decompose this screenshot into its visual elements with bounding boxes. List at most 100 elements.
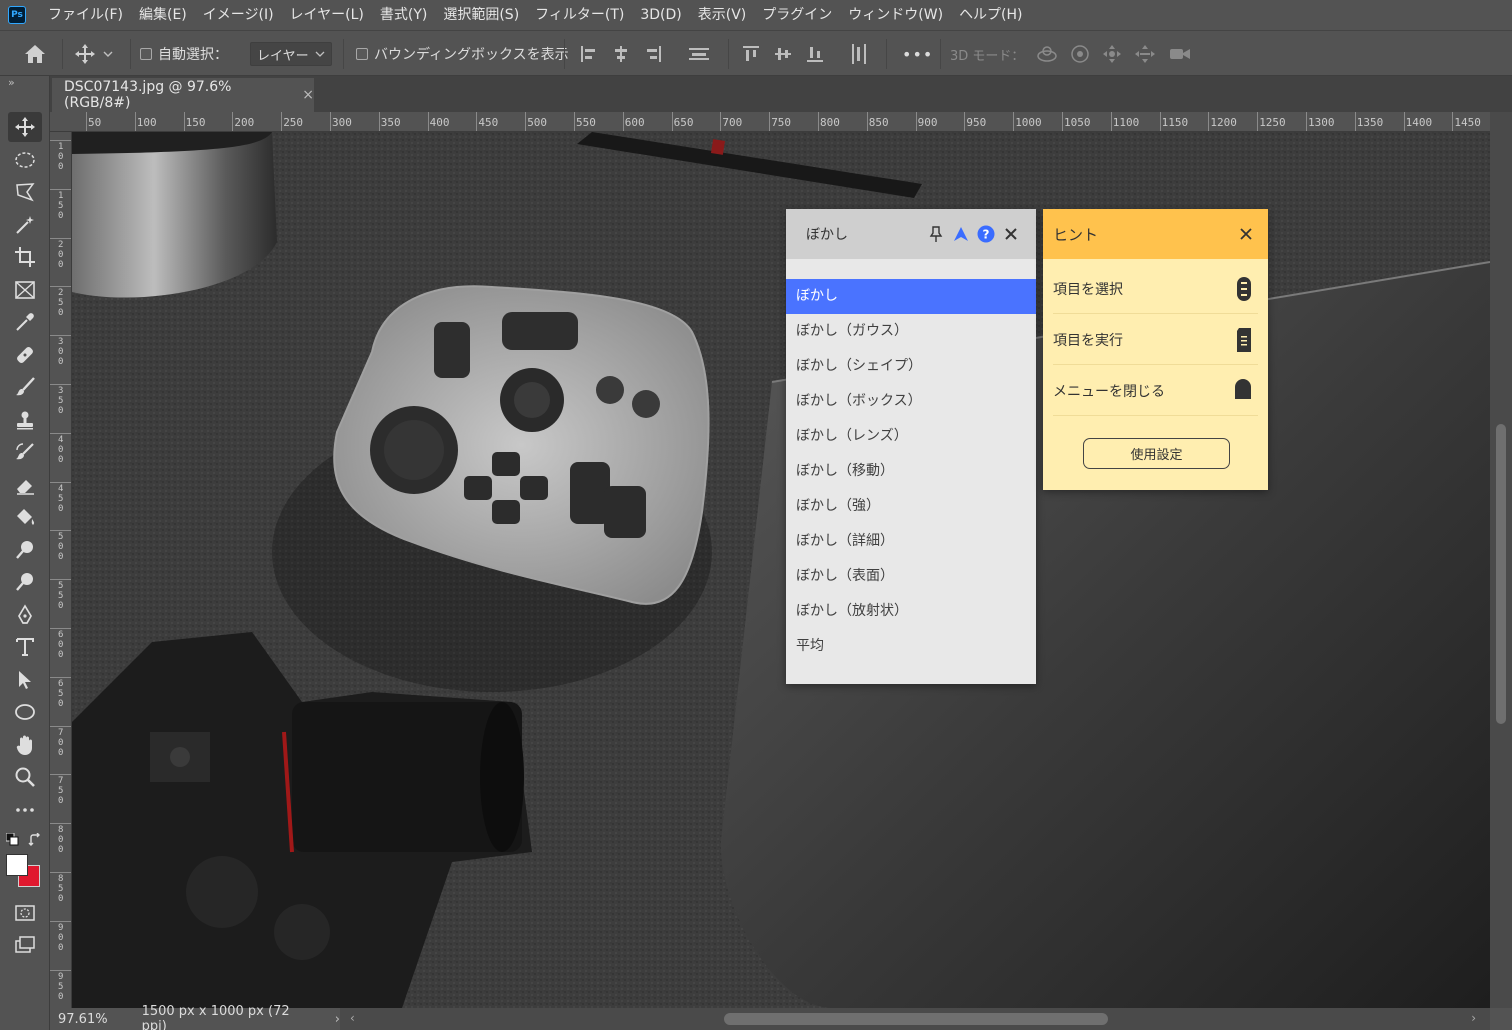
blur-item-gaussian[interactable]: ぼかし（ガウス）	[786, 314, 1036, 349]
blur-item-smart[interactable]: ぼかし（詳細）	[786, 524, 1036, 559]
3d-roll-icon[interactable]	[1070, 44, 1090, 64]
pin-icon[interactable]	[926, 224, 946, 244]
menu-view[interactable]: 表示(V)	[690, 0, 755, 30]
menu-edit[interactable]: 編集(E)	[131, 0, 195, 30]
healing-brush-tool[interactable]	[8, 340, 42, 370]
align-right-icon[interactable]	[644, 45, 662, 63]
bounding-box-checkbox[interactable]	[356, 48, 368, 60]
blur-item-motion[interactable]: ぼかし（移動）	[786, 454, 1036, 489]
layer-dropdown[interactable]: レイヤー	[250, 42, 332, 66]
status-menu-arrow-icon[interactable]: ›	[335, 1012, 340, 1027]
collapse-panel-icon[interactable]: »	[8, 76, 15, 89]
clone-stamp-tool[interactable]	[8, 405, 42, 435]
more-options-icon[interactable]: •••	[902, 45, 933, 64]
menu-window[interactable]: ウィンドウ(W)	[840, 0, 951, 30]
align-left-icon[interactable]	[580, 45, 598, 63]
ruler-label: 700	[722, 116, 743, 129]
blur-item-more[interactable]: ぼかし（強）	[786, 489, 1036, 524]
frame-tool[interactable]	[8, 275, 42, 305]
hand-tool[interactable]	[8, 730, 42, 760]
blur-item-radial[interactable]: ぼかし（放射状）	[786, 594, 1036, 629]
blur-item-blur[interactable]: ぼかし	[786, 279, 1036, 314]
document-canvas[interactable]	[72, 132, 1490, 1008]
marquee-tool[interactable]	[8, 145, 42, 175]
menu-image[interactable]: イメージ(I)	[195, 0, 282, 30]
history-brush-tool[interactable]	[8, 437, 42, 467]
move-tool-preset[interactable]	[74, 31, 114, 77]
blur-item-box[interactable]: ぼかし（ボックス）	[786, 384, 1036, 419]
zoom-level[interactable]: 97.61%	[58, 1012, 108, 1027]
menu-select[interactable]: 選択範囲(S)	[435, 0, 527, 30]
eraser-tool[interactable]	[8, 470, 42, 500]
align-bottom-icon[interactable]	[806, 45, 824, 63]
3d-pan-icon[interactable]	[1102, 44, 1122, 64]
ruler-label: 800	[820, 116, 840, 129]
lasso-tool[interactable]	[8, 177, 42, 207]
blur-item-average[interactable]: 平均	[786, 629, 1036, 664]
eyedropper-tool[interactable]	[8, 307, 42, 337]
menu-filter[interactable]: フィルター(T)	[527, 0, 632, 30]
ruler-label: 200	[234, 116, 255, 129]
ruler-label: 1450	[1454, 116, 1481, 129]
menu-help[interactable]: ヘルプ(H)	[951, 0, 1030, 30]
blur-item-shape[interactable]: ぼかし（シェイプ）	[786, 349, 1036, 384]
dodge-tool[interactable]	[8, 535, 42, 565]
quick-mask-button[interactable]	[8, 898, 42, 928]
distribute-horizontal-icon[interactable]	[850, 43, 868, 65]
home-button[interactable]	[22, 31, 48, 77]
swap-colors-icon[interactable]	[28, 832, 42, 847]
hint-close-menu-label: メニューを閉じる	[1053, 383, 1165, 400]
shape-tool[interactable]	[8, 697, 42, 727]
crop-tool[interactable]	[8, 242, 42, 272]
bounding-box-label: バウンディングボックスを表示	[374, 47, 569, 63]
menu-file[interactable]: ファイル(F)	[40, 0, 131, 30]
vertical-scrollbar-thumb[interactable]	[1496, 424, 1506, 724]
zoom-tool[interactable]	[8, 762, 42, 792]
separator	[564, 39, 565, 69]
close-icon[interactable]	[1001, 224, 1021, 244]
hint-panel-header: ヒント	[1043, 209, 1268, 259]
scroll-left-arrow-icon[interactable]: ‹	[350, 1011, 355, 1025]
path-selection-tool[interactable]	[8, 665, 42, 695]
auto-select-checkbox[interactable]	[140, 48, 152, 60]
document-tab[interactable]: DSC07143.jpg @ 97.6% (RGB/8#) ×	[52, 78, 314, 112]
edit-toolbar-button[interactable]	[8, 795, 42, 825]
3d-slide-icon[interactable]	[1134, 44, 1156, 64]
ruler-tick	[50, 725, 71, 727]
close-icon[interactable]	[1236, 224, 1256, 244]
menu-type[interactable]: 書式(Y)	[372, 0, 435, 30]
distribute-vertical-icon[interactable]	[688, 45, 710, 63]
move-tool[interactable]	[8, 112, 42, 142]
pen-tool[interactable]	[8, 600, 42, 630]
align-hcenter-icon[interactable]	[612, 45, 630, 63]
screen-mode-button[interactable]	[8, 930, 42, 960]
navigate-arrow-icon[interactable]	[951, 224, 971, 244]
magic-wand-tool[interactable]	[8, 210, 42, 240]
scroll-right-arrow-icon[interactable]: ›	[1471, 1011, 1476, 1025]
close-icon[interactable]: ×	[302, 87, 314, 103]
3d-camera-icon[interactable]	[1168, 44, 1192, 64]
paint-bucket-tool[interactable]	[8, 502, 42, 532]
zoom-burn-tool[interactable]	[8, 567, 42, 597]
ruler-tick	[964, 112, 966, 131]
horizontal-scrollbar[interactable]: ‹ ›	[340, 1008, 1490, 1030]
brush-tool[interactable]	[8, 372, 42, 402]
menu-3d[interactable]: 3D(D)	[632, 0, 689, 30]
help-icon[interactable]: ?	[976, 224, 996, 244]
frame-icon	[15, 281, 35, 299]
align-vcenter-icon[interactable]	[774, 45, 792, 63]
usage-settings-button[interactable]: 使用設定	[1083, 438, 1230, 469]
3d-orbit-icon[interactable]	[1036, 44, 1058, 64]
align-top-icon[interactable]	[742, 45, 760, 63]
blur-item-lens[interactable]: ぼかし（レンズ）	[786, 419, 1036, 454]
menu-layer[interactable]: レイヤー(L)	[282, 0, 372, 30]
default-colors-icon[interactable]	[5, 832, 20, 847]
type-tool[interactable]	[8, 632, 42, 662]
blur-item-surface[interactable]: ぼかし（表面）	[786, 559, 1036, 594]
menu-plugins[interactable]: プラグイン	[754, 0, 840, 30]
horizontal-scrollbar-thumb[interactable]	[724, 1013, 1108, 1025]
vertical-scrollbar[interactable]	[1490, 112, 1512, 1008]
ruler-tick	[1306, 112, 1307, 131]
foreground-color-swatch[interactable]	[6, 854, 28, 876]
ruler-tick	[525, 112, 527, 131]
